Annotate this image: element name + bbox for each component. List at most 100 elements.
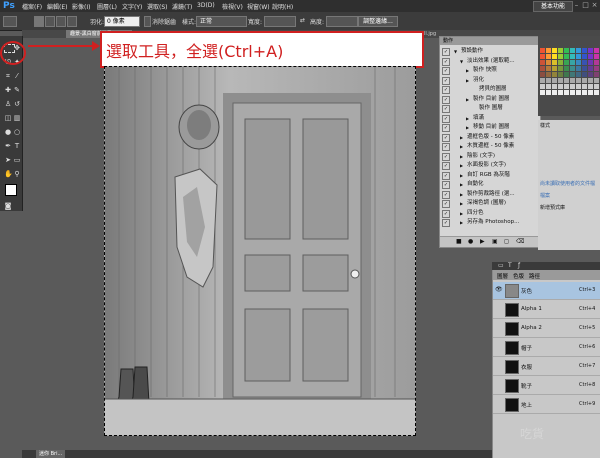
action-toggle-checkbox[interactable]: ✓ xyxy=(442,162,450,170)
close-icon[interactable]: × xyxy=(590,0,599,11)
color-swatch[interactable] xyxy=(552,72,557,77)
action-row[interactable]: ✓ ▶ 水面投影 (文字) xyxy=(440,161,540,170)
action-toggle-checkbox[interactable]: ✓ xyxy=(442,114,450,123)
color-swatch[interactable] xyxy=(588,90,593,95)
expand-arrow-icon[interactable]: ▶ xyxy=(460,152,463,161)
color-swatch[interactable] xyxy=(546,48,551,53)
channel-row[interactable]: 衣服 Ctrl+7 xyxy=(493,358,600,376)
color-swatch[interactable] xyxy=(570,72,575,77)
expand-arrow-icon[interactable]: ▶ xyxy=(466,123,469,132)
color-swatch[interactable] xyxy=(546,78,551,83)
crop-tool-icon[interactable]: ⌗ xyxy=(4,72,12,80)
subtract-selection-icon[interactable] xyxy=(56,16,66,27)
color-swatch[interactable] xyxy=(582,72,587,77)
styles-tab[interactable]: 樣式 xyxy=(540,122,550,129)
expand-arrow-icon[interactable]: ▶ xyxy=(466,66,469,75)
expand-arrow-icon[interactable]: ▶ xyxy=(460,161,463,170)
eraser-tool-icon[interactable]: ◫ xyxy=(4,114,12,122)
visibility-eye-icon[interactable] xyxy=(495,401,502,407)
color-swatch[interactable] xyxy=(552,48,557,53)
action-toggle-checkbox[interactable]: ✓ xyxy=(442,181,450,189)
intersect-selection-icon[interactable] xyxy=(67,16,77,27)
menu-filter[interactable]: 濾鏡(T) xyxy=(172,2,192,11)
color-swatch[interactable] xyxy=(582,54,587,59)
feather-input[interactable]: 0 像素 xyxy=(104,16,140,27)
type-tool-icon[interactable]: T xyxy=(13,142,21,150)
type-icon[interactable]: T xyxy=(508,262,512,269)
menu-file[interactable]: 檔案(F) xyxy=(22,2,42,11)
color-swatch[interactable] xyxy=(588,48,593,53)
channel-row[interactable]: 👁 灰色 Ctrl+3 xyxy=(493,282,600,300)
blur-tool-icon[interactable]: ● xyxy=(4,128,12,136)
zoom-tool-icon[interactable]: ⚲ xyxy=(13,170,21,178)
menu-view[interactable]: 檢視(V) xyxy=(222,2,243,11)
action-row[interactable]: ✓ ▶ 自動化 xyxy=(440,180,540,189)
color-swatch[interactable] xyxy=(588,66,593,71)
action-row[interactable]: ✓ ▶ 製作剪裁路徑 (選... xyxy=(440,190,540,199)
color-swatch[interactable] xyxy=(558,90,563,95)
color-swatch[interactable] xyxy=(558,60,563,65)
action-toggle-checkbox[interactable]: ✓ xyxy=(442,76,450,85)
channel-row[interactable]: 帽子 Ctrl+6 xyxy=(493,339,600,357)
minimize-icon[interactable]: – xyxy=(572,0,581,11)
add-selection-icon[interactable] xyxy=(45,16,55,27)
action-toggle-checkbox[interactable]: ✓ xyxy=(442,124,450,132)
action-toggle-checkbox[interactable]: ✓ xyxy=(442,209,450,218)
color-swatch[interactable] xyxy=(570,54,575,59)
color-swatch[interactable] xyxy=(594,78,599,83)
expand-arrow-icon[interactable]: ▶ xyxy=(466,76,469,85)
antialias-checkbox[interactable] xyxy=(144,16,151,27)
new-set-icon[interactable]: ▣ xyxy=(492,238,498,245)
action-row[interactable]: ✓ ▶ 另存為 Photoshop... xyxy=(440,218,540,227)
color-swatch[interactable] xyxy=(570,60,575,65)
color-swatch[interactable] xyxy=(588,54,593,59)
menu-image[interactable]: 影像(I) xyxy=(72,2,90,11)
color-swatch[interactable] xyxy=(540,66,545,71)
color-swatch[interactable] xyxy=(564,66,569,71)
color-swatch[interactable] xyxy=(564,90,569,95)
width-input[interactable] xyxy=(264,16,296,27)
color-swatch[interactable] xyxy=(570,66,575,71)
color-swatch[interactable] xyxy=(546,90,551,95)
visibility-eye-icon[interactable] xyxy=(495,382,502,388)
action-row[interactable]: ✓ 拷貝的圖層 xyxy=(440,85,540,94)
expand-arrow-icon[interactable]: ▶ xyxy=(460,180,463,189)
expand-arrow-icon[interactable]: ▼ xyxy=(460,57,463,66)
fx-icon[interactable]: ƒ xyxy=(518,262,520,269)
visibility-eye-icon[interactable] xyxy=(495,325,502,331)
color-swatch[interactable] xyxy=(588,84,593,89)
quick-mask-icon[interactable]: ◙ xyxy=(4,202,12,210)
color-swatch[interactable] xyxy=(558,72,563,77)
menu-type[interactable]: 文字(Y) xyxy=(122,2,142,11)
color-swatch[interactable] xyxy=(570,78,575,83)
color-swatch[interactable] xyxy=(576,48,581,53)
color-swatch[interactable] xyxy=(552,84,557,89)
lock-icon[interactable]: ▭ xyxy=(498,262,504,269)
color-swatch[interactable] xyxy=(570,90,575,95)
expand-arrow-icon[interactable]: ▶ xyxy=(460,218,463,227)
healing-brush-icon[interactable]: ✚ xyxy=(4,86,12,94)
action-toggle-checkbox[interactable]: ✓ xyxy=(442,48,450,56)
color-swatch[interactable] xyxy=(546,84,551,89)
styles-file-link[interactable]: 檔案 xyxy=(540,192,550,199)
history-brush-icon[interactable]: ↺ xyxy=(13,100,21,108)
color-swatch[interactable] xyxy=(558,78,563,83)
color-swatch[interactable] xyxy=(570,48,575,53)
color-swatch[interactable] xyxy=(576,60,581,65)
color-swatch[interactable] xyxy=(540,60,545,65)
color-swatch[interactable] xyxy=(558,54,563,59)
color-swatch[interactable] xyxy=(576,72,581,77)
visibility-eye-icon[interactable] xyxy=(495,306,502,312)
channel-row[interactable]: 地上 Ctrl+9 xyxy=(493,396,600,414)
action-toggle-checkbox[interactable]: ✓ xyxy=(442,105,450,113)
color-swatch[interactable] xyxy=(564,48,569,53)
color-swatch[interactable] xyxy=(558,66,563,71)
color-swatch[interactable] xyxy=(564,84,569,89)
color-swatch[interactable] xyxy=(564,78,569,83)
color-swatch[interactable] xyxy=(576,90,581,95)
style-select[interactable]: 正常 xyxy=(196,16,247,27)
action-row[interactable]: ✓ 製作 圖層 xyxy=(440,104,540,113)
color-swatch[interactable] xyxy=(594,60,599,65)
action-row[interactable]: ✓ ▶ 羽化 xyxy=(440,76,540,85)
color-swatch[interactable] xyxy=(594,66,599,71)
